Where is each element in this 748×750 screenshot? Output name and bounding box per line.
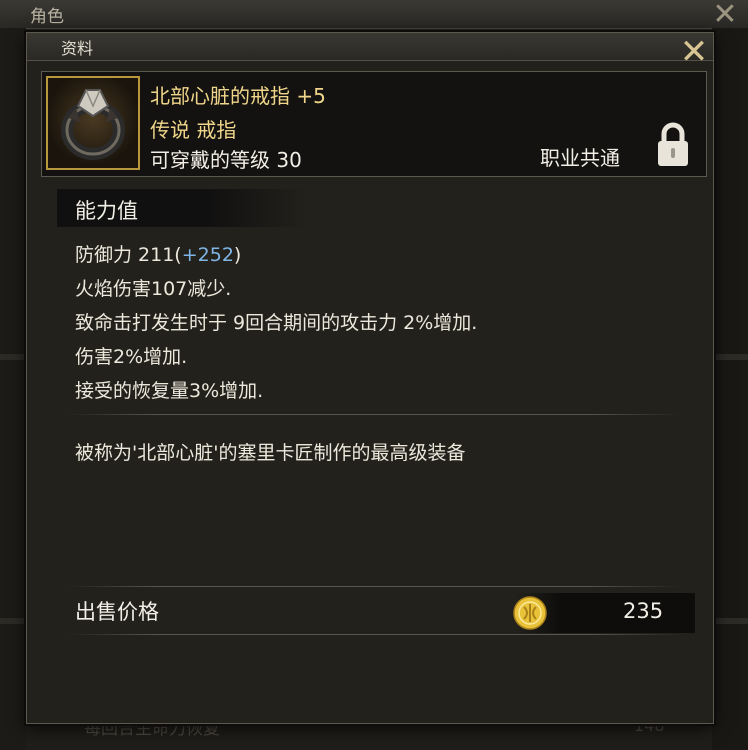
stat-defense: 防御力 211(+252) bbox=[75, 240, 241, 267]
panel-title: 资料 bbox=[61, 39, 94, 58]
stat-line: 接受的恢复量3%增加. bbox=[75, 380, 264, 402]
stats-header: 能力值 bbox=[57, 189, 307, 227]
sell-price-label: 出售价格 bbox=[75, 600, 159, 624]
character-window-title: 角色 bbox=[30, 7, 64, 27]
item-header: 北部心脏的戒指 +5 传说 戒指 可穿戴的等级 30 职业共通 bbox=[41, 71, 707, 177]
ring-icon bbox=[46, 76, 140, 170]
item-info-panel: 资料 ✕ 北部心脏的戒指 +5 传说 戒指 可穿戴的等级 30 职业共通 能力值… bbox=[26, 32, 714, 724]
stat-defense-close: ) bbox=[233, 244, 242, 266]
stat-line: 火焰伤害107减少. bbox=[75, 278, 232, 300]
divider bbox=[67, 414, 681, 415]
sell-price-value: 235 bbox=[623, 599, 664, 623]
divider bbox=[67, 586, 681, 587]
item-class-restriction: 职业共通 bbox=[540, 146, 620, 170]
item-description: 被称为'北部心脏'的塞里卡匠制作的最高级装备 bbox=[75, 442, 466, 464]
lock-icon bbox=[658, 122, 688, 166]
panel-header: 资料 bbox=[27, 33, 713, 61]
panel-close-icon[interactable]: ✕ bbox=[677, 35, 711, 69]
character-window-titlebar: 角色 ✕ bbox=[0, 0, 748, 30]
item-level-requirement: 可穿戴的等级 30 bbox=[150, 148, 302, 172]
item-type: 传说 戒指 bbox=[150, 118, 237, 142]
stat-line: 致命击打发生时于 9回合期间的攻击力 2%增加. bbox=[75, 312, 478, 334]
character-window-close-icon[interactable]: ✕ bbox=[708, 0, 742, 30]
stat-defense-bonus: +252 bbox=[181, 244, 234, 266]
right-edge-strip bbox=[712, 28, 748, 750]
stats-title: 能力值 bbox=[75, 199, 138, 223]
item-name: 北部心脏的戒指 +5 bbox=[150, 84, 326, 108]
left-edge-strip bbox=[0, 28, 26, 750]
gold-coin-icon bbox=[513, 596, 547, 630]
stat-defense-label: 防御力 211( bbox=[75, 244, 182, 266]
divider bbox=[67, 634, 681, 635]
stat-line: 伤害2%增加. bbox=[75, 346, 188, 368]
